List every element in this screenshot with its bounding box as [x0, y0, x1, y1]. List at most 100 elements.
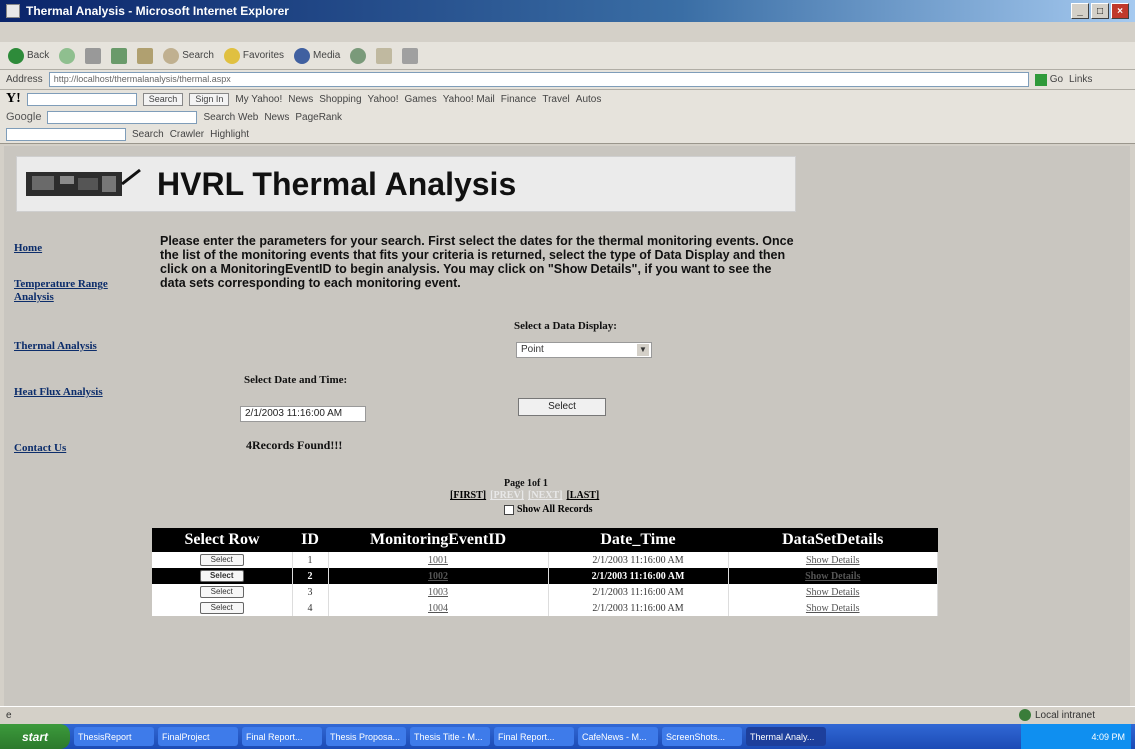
row-select-button[interactable]: Select	[199, 586, 244, 598]
mail-button[interactable]	[376, 47, 393, 64]
security-zone: Local intranet	[1018, 709, 1095, 721]
taskbar-item[interactable]: Thesis Title - M...	[410, 727, 490, 746]
media-icon	[294, 47, 311, 64]
chevron-down-icon[interactable]: ▼	[637, 344, 649, 356]
yahoo-item-news[interactable]: News	[288, 94, 313, 105]
mail-icon	[376, 47, 393, 64]
cell-id: 2	[292, 568, 329, 584]
data-display-value: Point	[521, 344, 544, 355]
taskbar-item[interactable]: ThesisReport	[74, 727, 154, 746]
date-time-input[interactable]: 2/1/2003 11:16:00 AM	[240, 406, 366, 422]
start-button[interactable]: start	[0, 724, 70, 749]
circuit-board-logo	[17, 156, 147, 212]
show-details-link[interactable]: Show Details	[806, 603, 860, 614]
media-button[interactable]: Media	[294, 47, 340, 64]
star-icon	[223, 47, 240, 64]
toolbar-search-button[interactable]: Search	[132, 129, 164, 140]
links-label[interactable]: Links	[1069, 74, 1092, 85]
home-button[interactable]	[137, 47, 154, 64]
clock: 4:09 PM	[1091, 731, 1125, 742]
monitoring-event-link[interactable]: 1002	[428, 571, 448, 582]
google-search-input[interactable]	[47, 110, 198, 124]
taskbar-item[interactable]: Final Report...	[494, 727, 574, 746]
crawler-button[interactable]: Crawler	[170, 129, 204, 140]
yahoo-item-autos[interactable]: Autos	[576, 94, 602, 105]
address-bar: Address http://localhost/thermalanalysis…	[0, 70, 1135, 90]
status-bar: e Local intranet	[0, 706, 1135, 724]
stop-button[interactable]	[85, 47, 102, 64]
show-details-link[interactable]: Show Details	[806, 555, 860, 566]
refresh-button[interactable]	[111, 47, 128, 64]
cell-select: Select	[152, 600, 293, 616]
date-time-label: Select Date and Time:	[244, 374, 348, 386]
yahoo-logo[interactable]: Y!	[6, 91, 21, 107]
forward-button[interactable]	[59, 47, 76, 64]
close-button[interactable]: ×	[1111, 3, 1129, 19]
pager: [FIRST] [PREV] [NEXT] [LAST]	[450, 490, 599, 501]
system-tray: 4:09 PM	[1021, 724, 1131, 749]
nav-link-home[interactable]: Home	[14, 242, 144, 255]
address-input[interactable]: http://localhost/thermalanalysis/thermal…	[48, 72, 1029, 87]
history-button[interactable]	[350, 47, 367, 64]
nav-link-temperature-range-analysis[interactable]: Temperature Range Analysis	[14, 278, 144, 304]
show-all-records[interactable]: Show All Records	[504, 504, 593, 515]
taskbar-item[interactable]: FinalProject	[158, 727, 238, 746]
cell-date: 2/1/2003 11:16:00 AM	[548, 552, 729, 568]
data-display-select[interactable]: Point ▼	[516, 342, 652, 358]
taskbar-item[interactable]: ScreenShots...	[662, 727, 742, 746]
table-header-row: Select Row ID MonitoringEventID Date_Tim…	[152, 528, 938, 552]
yahoo-item-my-yahoo[interactable]: My Yahoo!	[235, 94, 282, 105]
nav-link-contact-us[interactable]: Contact Us	[14, 442, 144, 455]
highlight-button[interactable]: Highlight	[210, 129, 249, 140]
cell-date: 2/1/2003 11:16:00 AM	[548, 600, 729, 616]
cell-select: Select	[152, 584, 293, 600]
maximize-button[interactable]: □	[1091, 3, 1109, 19]
favorites-button[interactable]: Favorites	[223, 47, 284, 64]
yahoo-item-travel[interactable]: Travel	[542, 94, 569, 105]
monitoring-event-link[interactable]: 1003	[428, 587, 448, 598]
row-select-button[interactable]: Select	[199, 570, 244, 582]
back-button[interactable]: Back	[8, 47, 49, 64]
yahoo-search-input[interactable]	[26, 92, 137, 106]
minimize-button[interactable]: _	[1071, 3, 1089, 19]
show-details-link[interactable]: Show Details	[805, 571, 860, 582]
taskbar-item[interactable]: CafeNews - M...	[578, 727, 658, 746]
search-button[interactable]: Search	[163, 47, 214, 64]
cell-id: 1	[292, 552, 329, 568]
monitoring-event-link[interactable]: 1001	[428, 555, 448, 566]
header-date-time: Date_Time	[548, 528, 728, 552]
yahoo-search-button[interactable]: Search	[142, 92, 184, 106]
cell-event: 1003	[328, 584, 549, 600]
nav-link-thermal-analysis[interactable]: Thermal Analysis	[14, 340, 144, 353]
yahoo-item-shopping[interactable]: Shopping	[319, 94, 361, 105]
yahoo-item-yahoo[interactable]: Yahoo!	[368, 94, 399, 105]
history-icon	[350, 47, 367, 64]
google-logo[interactable]: Google	[6, 111, 41, 123]
google-search-web-button[interactable]: Search Web	[203, 112, 258, 123]
refresh-icon	[111, 47, 128, 64]
row-select-button[interactable]: Select	[199, 554, 244, 566]
show-details-link[interactable]: Show Details	[806, 587, 860, 598]
row-select-button[interactable]: Select	[199, 602, 244, 614]
go-button[interactable]: Go	[1034, 73, 1063, 86]
yahoo-signin-button[interactable]: Sign In	[189, 92, 230, 106]
monitoring-event-link[interactable]: 1004	[428, 603, 448, 614]
yahoo-item-games[interactable]: Games	[404, 94, 436, 105]
show-all-checkbox[interactable]	[504, 504, 514, 515]
google-news-button[interactable]: News	[264, 112, 289, 123]
yahoo-toolbar: Y! Search Sign In My Yahoo! News Shoppin…	[0, 90, 1135, 108]
toolbar-search-input[interactable]	[6, 128, 126, 141]
print-button[interactable]	[402, 47, 419, 64]
nav-link-heat-flux-analysis[interactable]: Heat Flux Analysis	[14, 386, 144, 399]
taskbar-item[interactable]: Final Report...	[242, 727, 322, 746]
pager-first[interactable]: [FIRST]	[450, 490, 486, 501]
select-button[interactable]: Select	[518, 398, 606, 416]
pager-prev[interactable]: [PREV]	[490, 490, 524, 501]
pager-last[interactable]: [LAST]	[566, 490, 599, 501]
taskbar-item-active[interactable]: Thermal Analy...	[746, 727, 826, 746]
pager-next[interactable]: [NEXT]	[528, 490, 562, 501]
yahoo-item-finance[interactable]: Finance	[501, 94, 537, 105]
yahoo-item-mail[interactable]: Yahoo! Mail	[443, 94, 495, 105]
zone-label: Local intranet	[1034, 709, 1095, 721]
taskbar-item[interactable]: Thesis Proposa...	[326, 727, 406, 746]
